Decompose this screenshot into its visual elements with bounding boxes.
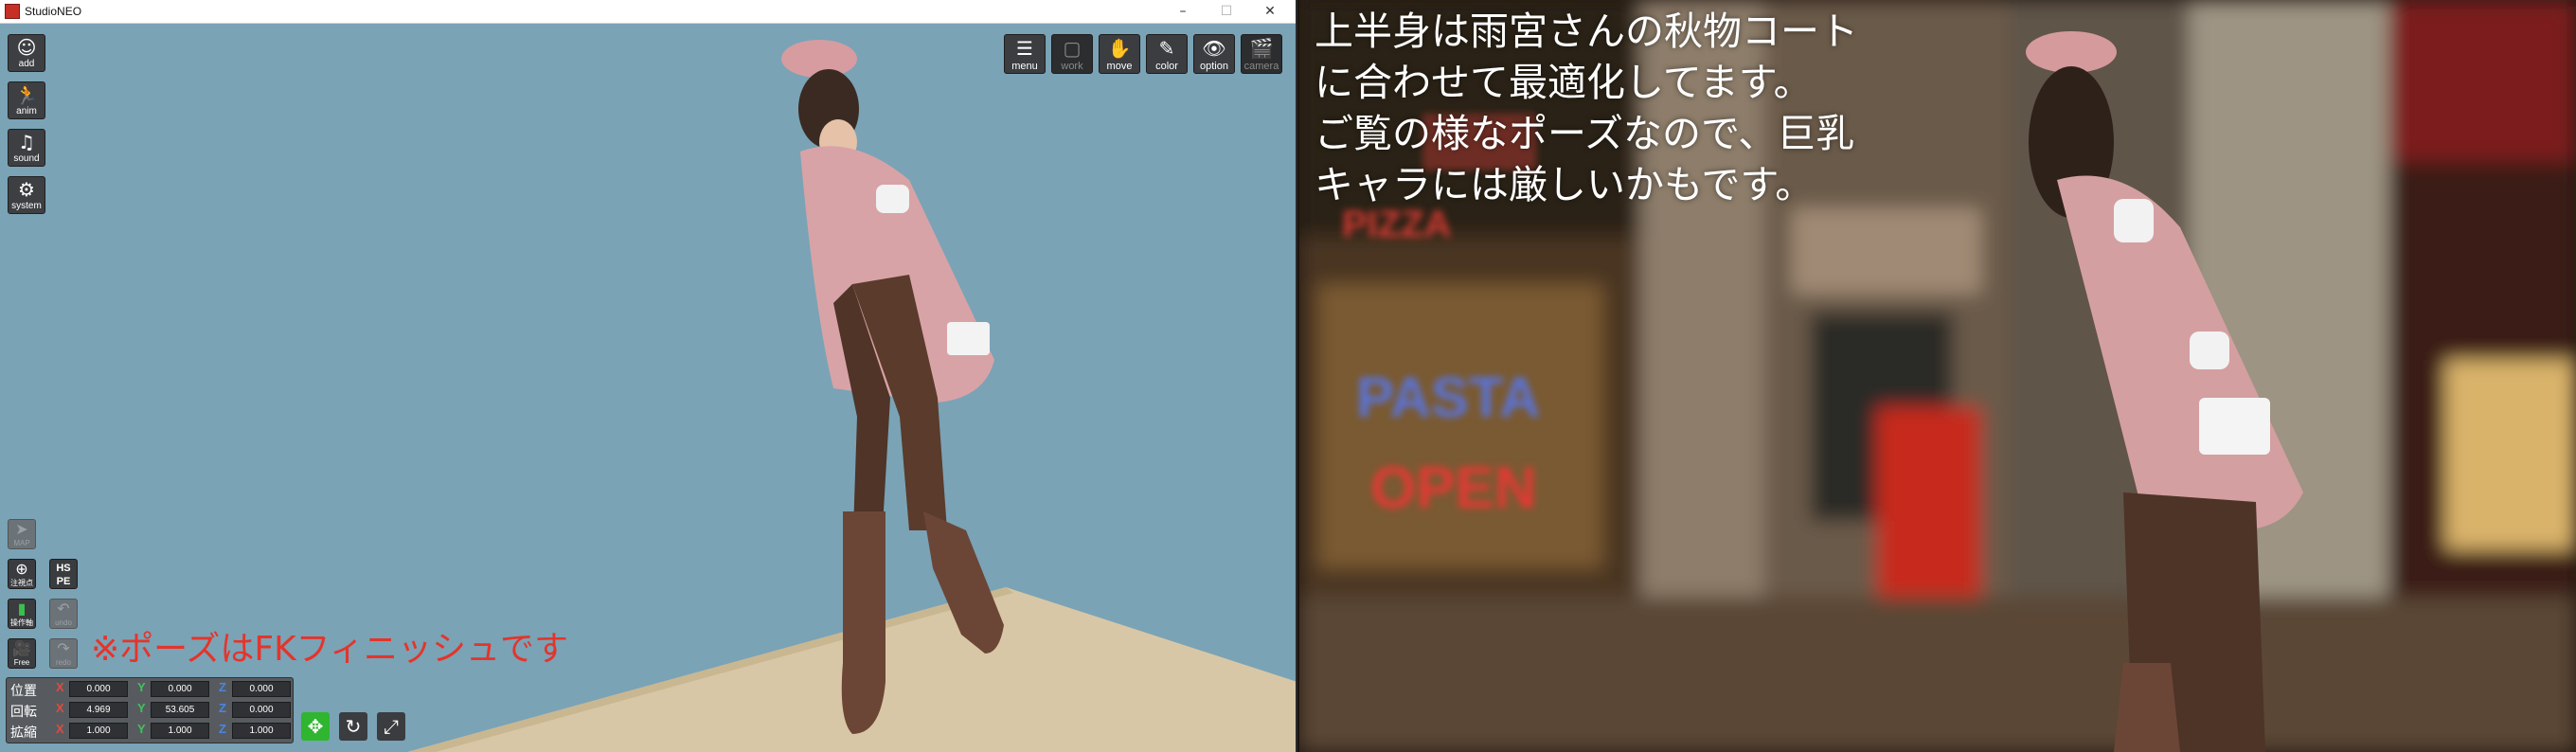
person-add-icon: ☺ [16, 36, 37, 59]
scale-gizmo-icon: ⤢ [384, 715, 399, 738]
anim-button[interactable]: 🏃 anim [8, 81, 45, 119]
rotation-z-field[interactable]: 0.000 [232, 702, 291, 718]
workspace-icon: ▢ [1063, 37, 1082, 60]
redo-arrow-icon: ↷ [57, 639, 70, 657]
option-button[interactable]: 👁 option [1193, 34, 1235, 74]
hspe-button[interactable]: HS PE [49, 559, 78, 589]
add-button[interactable]: ☺ add [8, 34, 45, 72]
system-button[interactable]: ⚙ system [8, 176, 45, 214]
position-y-field[interactable]: 0.000 [151, 681, 209, 697]
rotation-label: 回転 [10, 705, 37, 720]
transform-panel: 位置 X 0.000 Y 0.000 Z 0.000 回転 X 4.969 Y … [6, 677, 294, 743]
plus-circle-icon: ⊕ [15, 560, 28, 578]
axis-bar-icon: ▮ [17, 600, 27, 618]
caption-line: 上半身は雨宮さんの秋物コート [1315, 9, 1858, 54]
rotation-y-field[interactable]: 53.605 [151, 702, 209, 718]
pose-note-text: ※ポーズはFKフィニッシュです [91, 630, 568, 669]
eye-icon: 👁 [1202, 37, 1226, 60]
color-button[interactable]: ✎ color [1146, 34, 1188, 74]
position-label: 位置 [10, 684, 37, 699]
clapperboard-icon: 🎬 [1249, 37, 1274, 60]
menu-button[interactable]: ☰ menu [1004, 34, 1046, 74]
gears-icon: ⚙ [18, 178, 35, 201]
open-sign: OPEN [1370, 456, 1537, 521]
redo-button[interactable]: ↷ redo [49, 638, 78, 669]
scale-row: 拡縮 X 1.000 Y 1.000 Z 1.000 [10, 721, 291, 741]
rotate-gizmo-icon: ↻ [345, 715, 362, 738]
studioneo-window: StudioNEO – ☐ ✕ ☺ add 🏃 anim ♫ sound ⚙ s… [0, 0, 1297, 752]
move-gizmo-button[interactable]: ✥ [301, 712, 330, 741]
running-person-icon: 🏃 [14, 83, 39, 106]
title-bar[interactable]: StudioNEO – ☐ ✕ [0, 0, 1296, 24]
music-note-icon: ♫ [18, 131, 35, 153]
free-camera-button[interactable]: 🎥 Free [8, 638, 36, 669]
undo-button[interactable]: ↶ undo [49, 599, 78, 629]
position-x-field[interactable]: 0.000 [69, 681, 128, 697]
map-button[interactable]: ➤ MAP [8, 519, 36, 549]
move-gizmo-icon: ✥ [307, 715, 324, 738]
scale-y-field[interactable]: 1.000 [151, 723, 209, 739]
position-row: 位置 X 0.000 Y 0.000 Z 0.000 [10, 679, 291, 699]
scale-label: 拡縮 [10, 725, 37, 741]
focus-point-button[interactable]: ⊕ 注視点 [8, 559, 36, 589]
rotation-row: 回転 X 4.969 Y 53.605 Z 0.000 [10, 700, 291, 720]
app-icon [5, 4, 20, 19]
camera-icon: 🎥 [12, 639, 31, 657]
map-arrow-icon: ➤ [15, 520, 28, 538]
minimize-button[interactable]: – [1161, 0, 1205, 23]
sound-button[interactable]: ♫ sound [8, 129, 45, 167]
scale-z-field[interactable]: 1.000 [232, 723, 291, 739]
menu-list-icon: ☰ [1016, 37, 1033, 60]
caption-line: キャラには厳しいかもです。 [1315, 162, 1815, 207]
move-button[interactable]: ✋ move [1099, 34, 1140, 74]
caption-line: ご覧の様なポーズなので、巨乳 [1315, 111, 1855, 156]
operation-axis-button[interactable]: ▮ 操作軸 [8, 599, 36, 629]
palette-icon: ✎ [1158, 37, 1175, 60]
camera-button[interactable]: 🎬 camera [1241, 34, 1282, 74]
close-button[interactable]: ✕ [1248, 0, 1292, 23]
scale-x-field[interactable]: 1.000 [69, 723, 128, 739]
undo-arrow-icon: ↶ [57, 600, 70, 618]
rotation-x-field[interactable]: 4.969 [69, 702, 128, 718]
scale-gizmo-button[interactable]: ⤢ [377, 712, 405, 741]
rotate-gizmo-button[interactable]: ↻ [339, 712, 367, 741]
caption-text: 上半身は雨宮さんの秋物コート に合わせて最適化してます。 ご覧の様なポーズなので… [1315, 6, 1858, 210]
maximize-button[interactable]: ☐ [1205, 0, 1248, 23]
pasta-sign: PASTA [1356, 366, 1541, 429]
caption-line: に合わせて最適化してます。 [1315, 60, 1813, 105]
position-z-field[interactable]: 0.000 [232, 681, 291, 697]
hand-icon: ✋ [1107, 37, 1132, 60]
work-button[interactable]: ▢ work [1051, 34, 1093, 74]
window-title: StudioNEO [25, 5, 82, 18]
